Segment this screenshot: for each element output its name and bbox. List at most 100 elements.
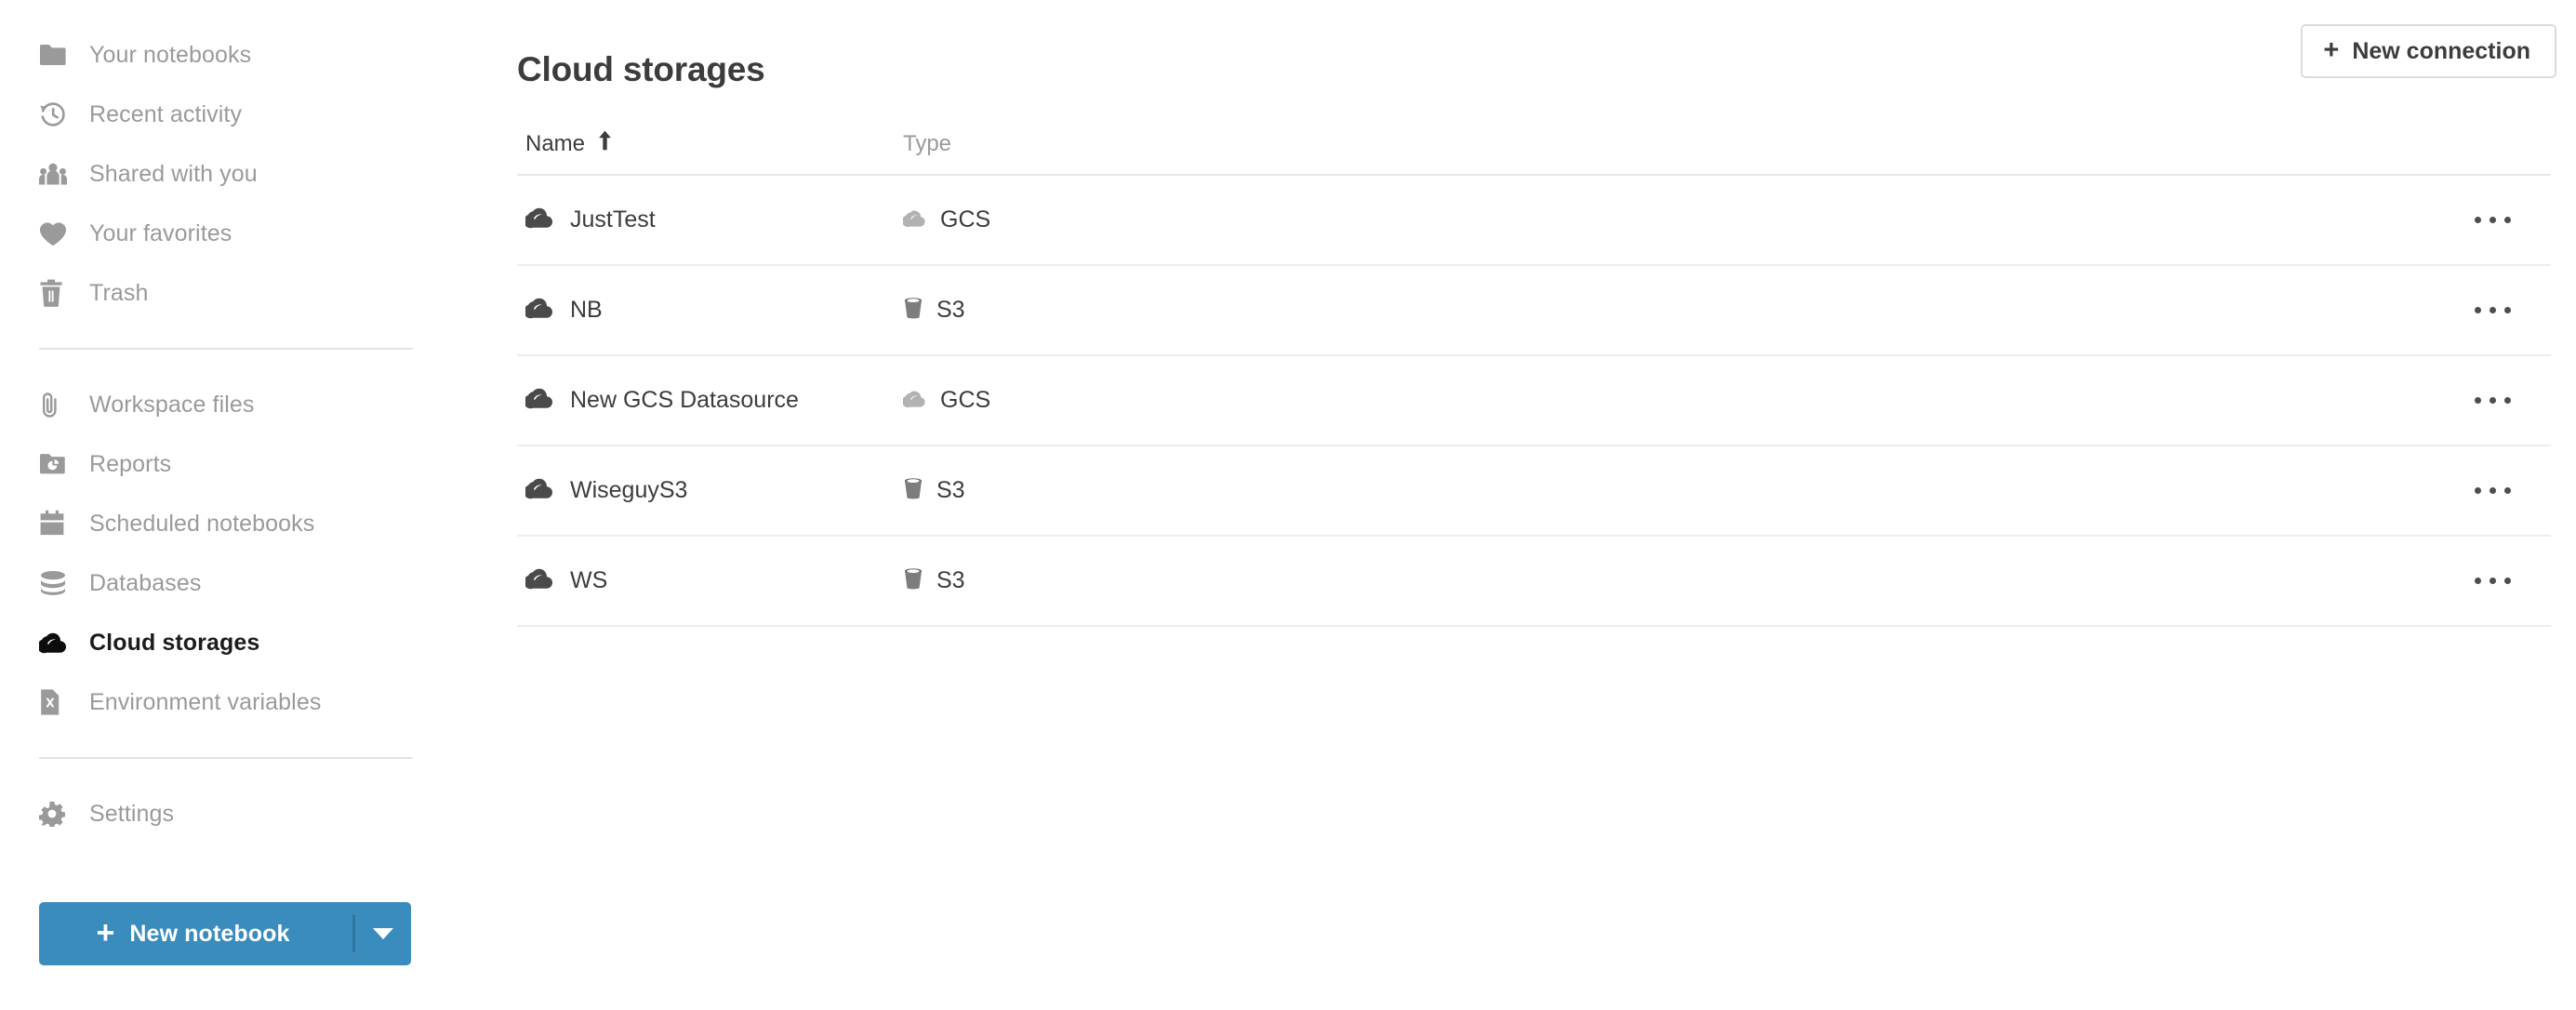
more-horizontal-icon[interactable] bbox=[2465, 474, 2520, 507]
main-content: Cloud storages + New connection Name Typ… bbox=[516, 0, 2576, 1010]
heart-icon bbox=[39, 219, 71, 247]
sidebar-item-shared-with-you[interactable]: Shared with you bbox=[0, 144, 516, 204]
arrow-up-icon bbox=[597, 130, 613, 155]
gcs-cloud-icon bbox=[901, 388, 927, 413]
sidebar-item-reports[interactable]: Reports bbox=[0, 434, 516, 494]
table-row[interactable]: WS S3 bbox=[517, 537, 2551, 627]
sidebar-top-spacer bbox=[0, 0, 516, 25]
people-group-icon bbox=[39, 160, 71, 188]
sidebar-item-scheduled-notebooks[interactable]: Scheduled notebooks bbox=[0, 494, 516, 553]
sidebar-item-label: Databases bbox=[89, 569, 202, 596]
cell-type: S3 bbox=[902, 567, 2439, 594]
page-header: Cloud storages + New connection bbox=[516, 0, 2576, 102]
sidebar-group-tertiary: Settings bbox=[0, 784, 516, 844]
storage-name: WiseguyS3 bbox=[570, 477, 688, 503]
cell-name: WS bbox=[517, 567, 902, 594]
sidebar-item-label: Trash bbox=[89, 279, 149, 306]
sidebar-item-label: Recent activity bbox=[89, 100, 243, 127]
plus-icon: + bbox=[2323, 34, 2340, 65]
sidebar-group-secondary: Workspace files Reports Scheduled notebo… bbox=[0, 375, 516, 732]
cell-name: JustTest bbox=[517, 206, 902, 233]
storage-type: S3 bbox=[936, 297, 965, 323]
sidebar-item-recent-activity[interactable]: Recent activity bbox=[0, 85, 516, 144]
sidebar-item-environment-variables[interactable]: Environment variables bbox=[0, 672, 516, 732]
new-notebook-label: New notebook bbox=[129, 920, 290, 947]
table-row[interactable]: NB S3 bbox=[517, 266, 2551, 356]
cell-name: NB bbox=[517, 297, 902, 324]
sidebar-item-label: Reports bbox=[89, 450, 172, 477]
sidebar-item-workspace-files[interactable]: Workspace files bbox=[0, 375, 516, 434]
plus-icon: + bbox=[96, 915, 115, 950]
sidebar-item-label: Settings bbox=[89, 800, 175, 827]
sidebar-item-label: Environment variables bbox=[89, 688, 322, 715]
column-header-name[interactable]: Name bbox=[517, 130, 902, 155]
cloud-icon bbox=[524, 206, 553, 233]
cloud-icon bbox=[524, 297, 553, 324]
sidebar-item-label: Your notebooks bbox=[89, 41, 252, 68]
sidebar-item-databases[interactable]: Databases bbox=[0, 553, 516, 613]
storage-type: GCS bbox=[940, 387, 991, 413]
table-row[interactable]: JustTest GCS bbox=[517, 176, 2551, 266]
cell-name: WiseguyS3 bbox=[517, 477, 902, 504]
sidebar-item-cloud-storages[interactable]: Cloud storages bbox=[0, 613, 516, 672]
sidebar-item-label: Your favorites bbox=[89, 219, 232, 246]
more-horizontal-icon[interactable] bbox=[2465, 565, 2520, 597]
report-folder-icon bbox=[39, 450, 71, 478]
trash-icon bbox=[39, 279, 71, 307]
more-horizontal-icon[interactable] bbox=[2465, 294, 2520, 326]
storage-type: GCS bbox=[940, 206, 991, 233]
s3-bucket-icon bbox=[903, 477, 923, 504]
column-header-type[interactable]: Type bbox=[902, 130, 2439, 156]
table-row[interactable]: WiseguyS3 S3 bbox=[517, 446, 2551, 537]
cloud-icon bbox=[524, 477, 553, 504]
chevron-down-icon bbox=[373, 928, 393, 939]
cell-type: S3 bbox=[902, 297, 2439, 324]
sidebar-item-trash[interactable]: Trash bbox=[0, 263, 516, 323]
gear-icon bbox=[39, 800, 71, 828]
folder-icon bbox=[39, 41, 71, 69]
new-connection-button[interactable]: + New connection bbox=[2301, 24, 2556, 78]
storage-name: WS bbox=[570, 567, 608, 593]
storage-type: S3 bbox=[936, 477, 965, 503]
storage-name: NB bbox=[570, 297, 603, 323]
storage-name: New GCS Datasource bbox=[570, 387, 799, 413]
table-header-row: Name Type bbox=[517, 113, 2551, 176]
sidebar-item-label: Cloud storages bbox=[89, 629, 260, 656]
new-notebook-split-button: + New notebook bbox=[39, 902, 411, 965]
table-row[interactable]: New GCS Datasource GCS bbox=[517, 356, 2551, 446]
new-notebook-button[interactable]: + New notebook bbox=[39, 902, 352, 965]
new-notebook-button-group: + New notebook bbox=[39, 902, 411, 965]
sidebar-item-label: Shared with you bbox=[89, 160, 258, 187]
sidebar-item-your-notebooks[interactable]: Your notebooks bbox=[0, 25, 516, 85]
cloud-icon bbox=[39, 629, 71, 657]
history-clock-icon bbox=[39, 100, 71, 128]
cell-type: GCS bbox=[901, 387, 2439, 413]
s3-bucket-icon bbox=[903, 567, 923, 594]
sidebar-item-settings[interactable]: Settings bbox=[0, 784, 516, 844]
x-file-icon bbox=[39, 688, 71, 716]
sidebar-item-label: Scheduled notebooks bbox=[89, 510, 315, 537]
storage-name: JustTest bbox=[570, 206, 656, 233]
cloud-icon bbox=[524, 387, 553, 414]
cloud-icon bbox=[524, 567, 553, 594]
cell-actions bbox=[2439, 294, 2551, 326]
database-icon bbox=[39, 569, 71, 597]
storage-type: S3 bbox=[936, 567, 965, 593]
sidebar-item-label: Workspace files bbox=[89, 391, 255, 418]
calendar-icon bbox=[39, 510, 71, 538]
more-horizontal-icon[interactable] bbox=[2465, 384, 2520, 417]
sidebar-item-your-favorites[interactable]: Your favorites bbox=[0, 204, 516, 263]
cloud-storages-table: Name Type JustTest GCS NB S3 New GCS Dat… bbox=[517, 113, 2551, 627]
new-notebook-dropdown-button[interactable] bbox=[355, 902, 411, 965]
new-connection-label: New connection bbox=[2352, 37, 2530, 64]
sidebar-group-primary: Your notebooks Recent activity Shared wi… bbox=[0, 25, 516, 323]
more-horizontal-icon[interactable] bbox=[2465, 204, 2520, 236]
app-root: Your notebooks Recent activity Shared wi… bbox=[0, 0, 2576, 1010]
cell-type: S3 bbox=[902, 477, 2439, 504]
page-title: Cloud storages bbox=[517, 49, 765, 88]
column-header-label: Type bbox=[903, 130, 952, 156]
